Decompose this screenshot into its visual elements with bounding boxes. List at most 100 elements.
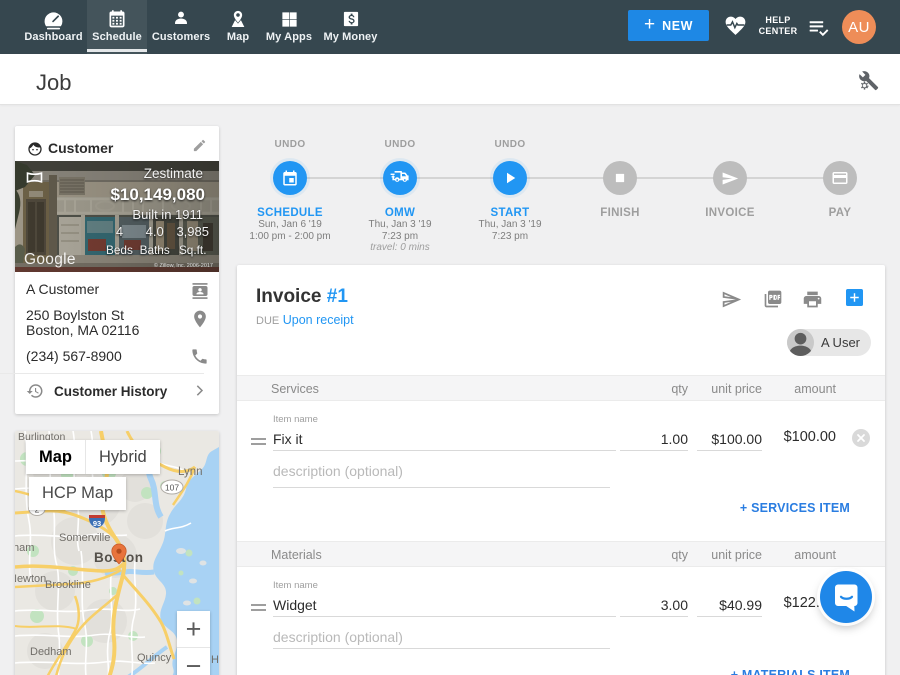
undo-start-button[interactable]: UNDO [455,139,565,152]
map-icon [228,8,248,30]
divider [0,373,204,374]
play-icon [501,169,519,187]
start-step-button[interactable] [493,161,527,195]
zestimate-value: $10,149,080 [110,185,205,205]
nav-tab-dashboard[interactable]: Dashboard [22,0,85,54]
calendar-icon [281,169,299,187]
services-section-header: Services qty unit price amount [237,375,885,401]
history-icon [26,382,44,405]
zoom-out-button[interactable]: − [177,648,210,675]
photo-credit: © Zillow, Inc. 2006-2017 [154,263,213,269]
map-label-lynn: Lynn [178,466,203,478]
health-icon[interactable] [723,13,748,43]
dashboard-icon [42,8,65,30]
add-service-item-button[interactable]: + SERVICES ITEM [740,501,850,515]
input-underline [273,616,616,617]
omw-step-button[interactable] [383,161,417,195]
service-item-name-input[interactable]: Fix it [273,431,303,447]
zoom-in-button[interactable]: + [177,611,210,647]
top-navbar: Dashboard Schedule Customers Map My Apps… [0,0,900,54]
edit-customer-icon[interactable] [192,138,207,158]
nav-tab-my-apps[interactable]: My Apps [262,0,316,54]
input-underline [697,450,762,451]
new-button-label: NEW [662,19,693,33]
property-stat: 4.0Baths [140,225,170,257]
stat-value: 4 [106,225,133,239]
route-shield-107: 107 [161,480,183,494]
due-value-link[interactable]: Upon receipt [283,313,354,327]
job-progress-steps: UNDO SCHEDULE Sun, Jan 6 '19 1:00 pm - 2… [235,120,895,260]
map-type-map-button[interactable]: Map [26,440,85,474]
material-item-name-input[interactable]: Widget [273,597,317,613]
chat-launcher-button[interactable] [820,571,872,623]
input-underline [273,487,610,488]
input-underline [273,648,610,649]
contact-card-icon[interactable] [190,281,210,306]
google-logo: Google [24,251,76,269]
stat-label: Baths [140,243,170,257]
service-qty-input[interactable]: 1.00 [620,431,688,447]
chevron-right-icon[interactable] [192,383,207,403]
location-pin-icon[interactable] [190,309,210,334]
pdf-icon[interactable] [763,289,783,314]
chat-icon [833,582,860,612]
remove-service-item-button[interactable] [852,429,870,447]
nav-tab-label: Map [227,31,249,43]
finish-step-button[interactable] [603,161,637,195]
input-underline [697,616,762,617]
schedule-step-button[interactable] [273,161,307,195]
help-center-button[interactable]: HELP CENTER [756,15,800,37]
service-description-input[interactable]: description (optional) [273,463,403,479]
help-center-label: CENTER [756,26,800,37]
step-pay: PAY [785,120,895,219]
customer-phone: (234) 567-8900 [26,348,122,364]
assignee-chip[interactable]: A User [787,329,871,356]
property-stat: 4Beds [106,225,133,257]
add-invoice-icon[interactable] [846,289,863,311]
pay-step-button[interactable] [823,161,857,195]
drag-handle[interactable] [251,604,266,614]
property-photo: Zestimate $10,149,080 Built in 1911 4Bed… [15,161,219,272]
schedule-icon [107,8,127,30]
stat-value: 3,985 [176,225,209,239]
print-icon[interactable] [802,289,823,315]
assignee-avatar-icon [787,329,814,356]
zestimate-label: Zestimate [144,166,203,181]
nav-tab-map[interactable]: Map [219,0,257,54]
nav-tab-customers[interactable]: Customers [150,0,212,54]
customer-card-title: Customer [48,140,113,156]
customer-history-link[interactable]: Customer History [54,384,167,399]
built-year: Built in 1911 [132,207,203,222]
map-type-control: Map Hybrid [26,440,160,474]
material-qty-input[interactable]: 3.00 [620,597,688,613]
send-invoice-icon[interactable] [721,289,742,315]
invoice-step-button[interactable] [713,161,747,195]
user-avatar[interactable]: AU [842,10,876,44]
invoice-number: #1 [327,286,348,307]
new-button[interactable]: + NEW [628,10,709,41]
add-material-item-button[interactable]: + MATERIALS ITEM [731,668,850,675]
street-view-icon[interactable] [26,171,43,189]
material-description-input[interactable]: description (optional) [273,629,403,645]
credit-card-icon [831,169,849,187]
map-type-hybrid-button[interactable]: Hybrid [86,440,160,474]
job-settings-icon[interactable] [858,70,880,97]
location-map[interactable]: Burlington Lynn Somerville Brookline New… [15,431,219,675]
invoice-card: Invoice #1 DUE Upon receipt A User Servi… [237,265,885,675]
map-label-brookline: Brookline [45,579,91,591]
map-label-quincy: Quincy [137,652,172,664]
undo-schedule-button[interactable]: UNDO [235,139,345,152]
hcp-map-button[interactable]: HCP Map [29,477,126,510]
map-zoom-control: + − [177,611,210,675]
nav-tab-my-money[interactable]: My Money [319,0,382,54]
help-center-label: HELP [756,15,800,26]
drag-line [251,443,266,445]
activity-list-icon[interactable] [806,15,831,45]
nav-tab-schedule[interactable]: Schedule [87,0,147,54]
undo-omw-button[interactable]: UNDO [345,139,455,152]
drag-handle[interactable] [251,438,266,448]
step-start: UNDO START Thu, Jan 3 '19 7:23 pm [455,120,565,242]
property-stat: 3,985Sq.ft. [176,225,209,257]
plus-icon: + [644,15,655,34]
phone-icon[interactable] [190,347,209,371]
